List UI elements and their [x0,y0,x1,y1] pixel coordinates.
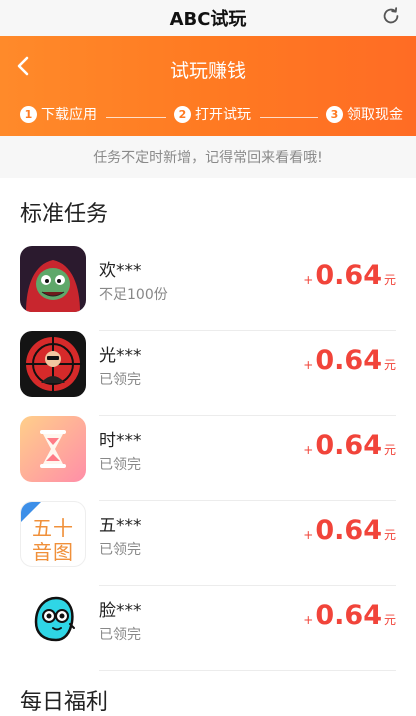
row-divider [99,670,396,671]
step-number: 3 [326,105,343,123]
task-name: 光*** [99,346,142,366]
task-reward: + 0.64 元 [303,430,396,461]
reward-plus: + [303,358,314,372]
hourglass-icon [20,416,86,482]
reward-plus: + [303,528,314,542]
task-status: 已领完 [99,542,141,558]
section-title-standard: 标准任务 [20,202,109,227]
task-reward: + 0.64 元 [303,600,396,631]
progress-steps: 1 下载应用 2 打开试玩 3 领取现金 [0,104,416,130]
reward-amount: 0.64 [315,515,382,546]
task-row[interactable]: 光*** 已领完 + 0.64 元 [0,331,416,416]
task-row[interactable]: 五十 音图 五*** 已领完 + 0.64 元 [0,501,416,586]
notice-banner: 任务不定时新增，记得常回来看看哦! [0,136,416,178]
reward-plus: + [303,273,314,287]
task-name: 欢*** [99,261,142,281]
wushi-yintu-icon: 五十 音图 [20,501,86,567]
reload-icon[interactable] [380,5,402,27]
step-label: 领取现金 [347,107,403,123]
task-row[interactable]: 欢*** 不足100份 + 0.64 元 [0,246,416,331]
reward-unit: 元 [383,613,396,627]
reward-unit: 元 [383,528,396,542]
task-status: 已领完 [99,372,141,388]
sniper-scope-icon [20,331,86,397]
task-name: 脸*** [99,601,142,621]
step-download: 1 下载应用 [20,104,97,124]
task-row[interactable]: 脸*** 已领完 + 0.64 元 [0,586,416,671]
header: 试玩赚钱 1 下载应用 2 打开试玩 3 领取现金 [0,36,416,136]
reward-unit: 元 [383,443,396,457]
step-claim: 3 领取现金 [326,104,403,124]
step-connector [106,117,166,118]
reward-amount: 0.64 [315,600,382,631]
zombie-game-icon [20,246,86,312]
task-row[interactable]: 时*** 已领完 + 0.64 元 [0,416,416,501]
section-title-daily: 每日福利 [20,690,109,715]
reward-unit: 元 [383,358,396,372]
task-reward: + 0.64 元 [303,515,396,546]
reward-plus: + [303,613,314,627]
task-status: 不足100份 [99,287,168,303]
step-number: 1 [20,105,37,123]
step-label: 下载应用 [41,107,97,123]
reward-amount: 0.64 [315,260,382,291]
task-reward: + 0.64 元 [303,345,396,376]
app-title: ABC试玩 [169,9,247,30]
page-title: 试玩赚钱 [169,60,246,82]
task-status: 已领完 [99,457,141,473]
cyan-face-icon [20,586,86,652]
icon-text-line: 音图 [32,540,74,564]
task-status: 已领完 [99,627,141,643]
step-connector [260,117,318,118]
step-open: 2 打开试玩 [174,104,251,124]
task-name: 五*** [99,516,142,536]
reward-amount: 0.64 [315,430,382,461]
reward-plus: + [303,443,314,457]
reward-unit: 元 [383,273,396,287]
reward-amount: 0.64 [315,345,382,376]
step-number: 2 [174,105,191,123]
browser-bar: ABC试玩 [0,0,416,36]
task-name: 时*** [99,431,142,451]
step-label: 打开试玩 [195,107,251,123]
task-reward: + 0.64 元 [303,260,396,291]
